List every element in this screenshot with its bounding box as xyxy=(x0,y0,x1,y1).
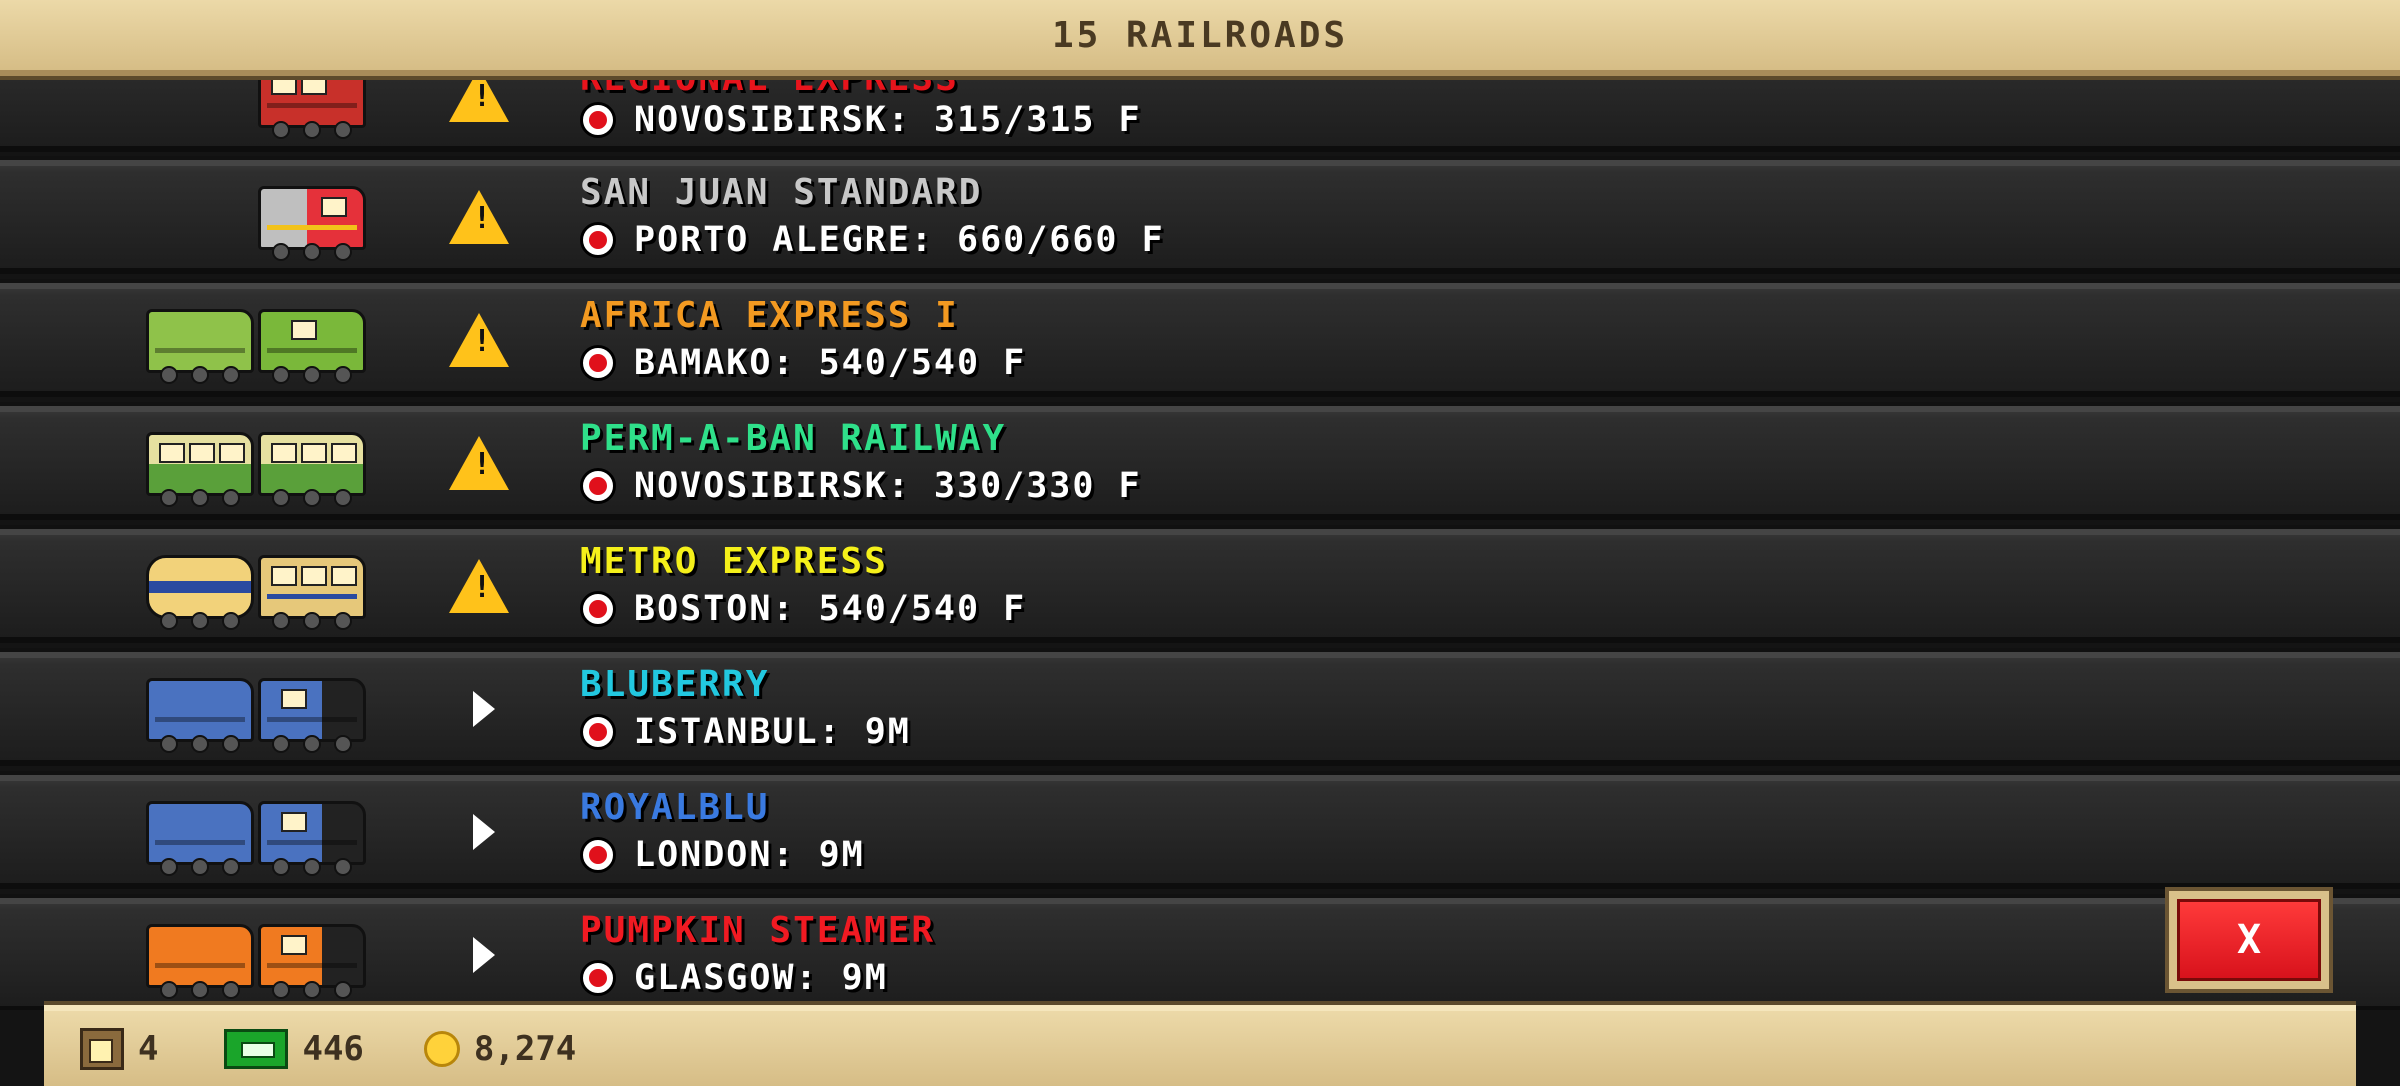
railroad-destination: BAMAKO: 540/540 F xyxy=(580,343,1026,383)
location-pin-icon xyxy=(580,960,616,996)
locomotive-icon xyxy=(258,432,366,507)
railroad-destination: ISTANBUL: 9M xyxy=(580,712,911,752)
warning-icon[interactable]: ! xyxy=(448,186,510,248)
coin-icon xyxy=(423,1030,460,1067)
railroad-row[interactable]: ! SAN JUAN STANDARD PORTO ALEGRE: 660/66… xyxy=(0,156,2400,274)
location-pin-icon xyxy=(580,468,616,504)
locomotive-icon xyxy=(258,678,366,753)
header-bar: 15 RAILROADS xyxy=(0,0,2400,76)
railroad-name: SAN JUAN STANDARD xyxy=(580,172,983,213)
railroad-name: METRO EXPRESS xyxy=(580,541,888,582)
location-pin-icon xyxy=(580,714,616,750)
railroad-destination: BOSTON: 540/540 F xyxy=(580,589,1026,629)
warning-icon[interactable]: ! xyxy=(448,432,510,494)
location-pin-icon xyxy=(580,591,616,627)
play-icon[interactable] xyxy=(448,678,510,740)
warning-icon[interactable]: ! xyxy=(448,555,510,617)
tender-car-icon xyxy=(146,801,254,876)
railroad-row[interactable]: BLUBERRY ISTANBUL: 9M xyxy=(0,648,2400,766)
resource-bar: 4 446 8,274 xyxy=(44,1005,2356,1086)
railroad-list: ! REGIONAL EXPRESS NOVOSIBIRSK: 315/315 … xyxy=(0,0,2400,1010)
railroad-name: BLUBERRY xyxy=(580,664,770,705)
railroad-destination: GLASGOW: 9M xyxy=(580,958,888,998)
railroad-row[interactable]: ! METRO EXPRESS BOSTON: 540/540 F xyxy=(0,525,2400,643)
railroad-destination: NOVOSIBIRSK: 330/330 F xyxy=(580,466,1142,506)
locomotive-icon xyxy=(258,555,366,630)
locomotive-icon xyxy=(258,801,366,876)
railroad-destination: PORTO ALEGRE: 660/660 F xyxy=(580,220,1165,260)
coins-count: 8,274 xyxy=(473,1028,577,1069)
locomotive-icon xyxy=(258,186,366,261)
cash-stat: 446 xyxy=(194,1028,364,1069)
play-icon[interactable] xyxy=(448,924,510,986)
location-pin-icon xyxy=(580,345,616,381)
ticket-icon xyxy=(80,1027,124,1070)
railroad-row[interactable]: ! AFRICA EXPRESS I BAMAKO: 540/540 F xyxy=(0,279,2400,397)
location-pin-icon xyxy=(580,222,616,258)
railroad-name: ROYALBLU xyxy=(580,787,770,828)
railroad-name: PERM-A-BAN RAILWAY xyxy=(580,418,1007,459)
cash-icon xyxy=(224,1028,289,1069)
close-button[interactable]: X xyxy=(2165,887,2333,993)
close-icon: X xyxy=(2177,899,2321,981)
railroad-name: AFRICA EXPRESS I xyxy=(580,295,959,336)
play-icon[interactable] xyxy=(448,801,510,863)
tickets-count: 4 xyxy=(138,1028,159,1069)
location-pin-icon xyxy=(580,837,616,873)
locomotive-icon xyxy=(258,309,366,384)
tank-car-icon xyxy=(146,555,254,630)
coins-stat: 8,274 xyxy=(400,1029,576,1069)
tender-car-icon xyxy=(146,309,254,384)
page-title: 15 RAILROADS xyxy=(1051,14,1349,56)
railroad-row[interactable]: ROYALBLU LONDON: 9M xyxy=(0,771,2400,889)
cash-count: 446 xyxy=(302,1028,364,1069)
railroad-name: PUMPKIN STEAMER xyxy=(580,910,936,951)
railroad-row[interactable]: PUMPKIN STEAMER GLASGOW: 9M xyxy=(0,894,2400,1010)
tickets-stat: 4 xyxy=(80,1027,159,1070)
warning-icon[interactable]: ! xyxy=(448,309,510,371)
railroad-row[interactable]: ! PERM-A-BAN RAILWAY NOVOSIBIRSK: 330/33… xyxy=(0,402,2400,520)
locomotive-icon xyxy=(258,924,366,999)
location-pin-icon xyxy=(580,102,616,138)
locomotive-icon xyxy=(146,432,254,507)
tender-car-icon xyxy=(146,924,254,999)
railroad-destination: LONDON: 9M xyxy=(580,835,865,875)
tender-car-icon xyxy=(146,678,254,753)
railroad-destination: NOVOSIBIRSK: 315/315 F xyxy=(580,100,1142,140)
